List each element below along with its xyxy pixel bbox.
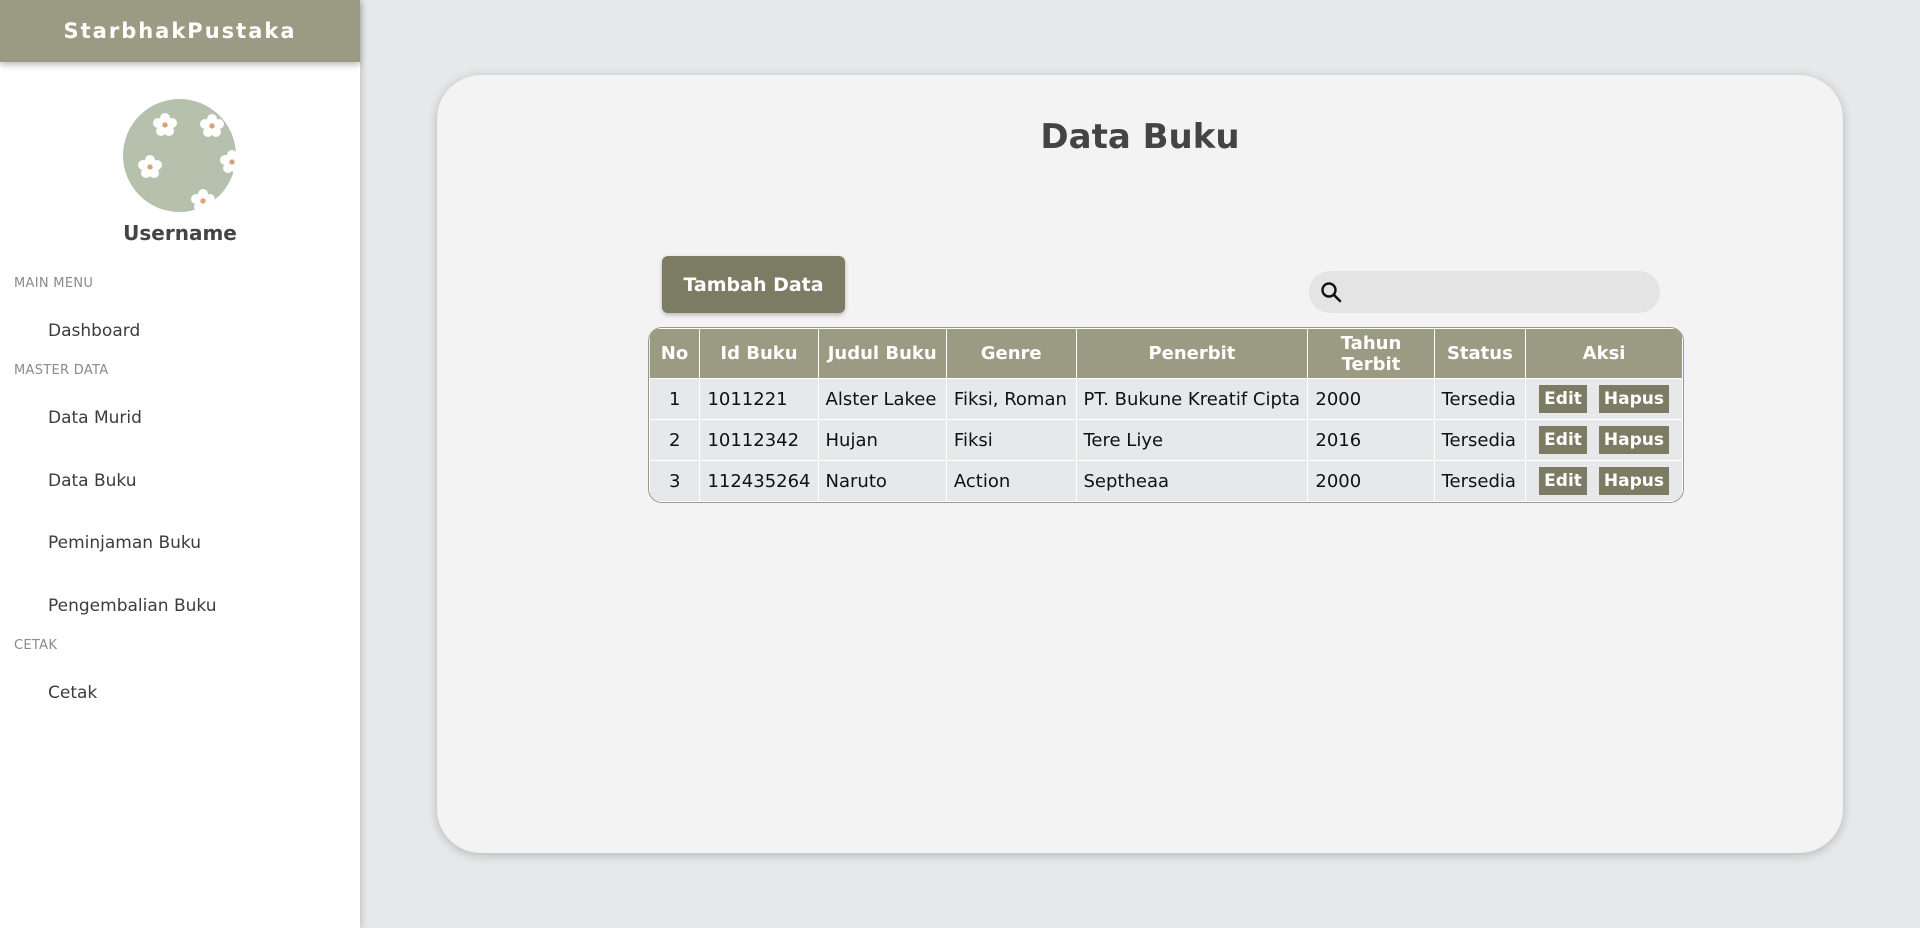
sidebar-item-dashboard[interactable]: Dashboard xyxy=(48,321,140,341)
search-box[interactable] xyxy=(1309,271,1660,313)
brand-title[interactable]: StarbhakPustaka xyxy=(0,0,360,62)
section-master-data: MASTER DATA xyxy=(14,363,109,378)
table-row: 1 1011221 Alster Lakee Fiksi, Roman PT. … xyxy=(649,378,1683,420)
cell-status: Tersedia xyxy=(1433,378,1527,420)
cell-id-buku: 10112342 xyxy=(699,419,819,461)
cell-tahun-terbit: 2000 xyxy=(1307,460,1435,502)
books-table: No Id Buku Judul Buku Genre Penerbit Tah… xyxy=(648,327,1684,503)
cell-genre: Fiksi xyxy=(945,419,1077,461)
column-header-penerbit: Penerbit xyxy=(1075,328,1309,379)
column-header-genre: Genre xyxy=(945,328,1077,379)
cell-genre: Fiksi, Roman xyxy=(945,378,1077,420)
section-cetak: CETAK xyxy=(14,638,58,653)
cell-penerbit: Septheaa xyxy=(1075,460,1309,502)
column-header-aksi: Aksi xyxy=(1525,328,1683,379)
edit-button[interactable]: Edit xyxy=(1539,467,1587,495)
sidebar-item-cetak[interactable]: Cetak xyxy=(48,683,97,703)
cell-aksi: Edit Hapus xyxy=(1525,378,1683,420)
cell-penerbit: Tere Liye xyxy=(1075,419,1309,461)
cell-tahun-terbit: 2000 xyxy=(1307,378,1435,420)
cell-genre: Action xyxy=(945,460,1077,502)
table-row: 2 10112342 Hujan Fiksi Tere Liye 2016 Te… xyxy=(649,419,1683,461)
delete-button[interactable]: Hapus xyxy=(1598,385,1669,413)
column-header-no: No xyxy=(649,328,701,379)
column-header-tahun-terbit: Tahun Terbit xyxy=(1307,328,1435,379)
cell-penerbit: PT. Bukune Kreatif Cipta xyxy=(1075,378,1309,420)
cell-aksi: Edit Hapus xyxy=(1525,460,1683,502)
sidebar-item-data-murid[interactable]: Data Murid xyxy=(48,408,142,428)
username: Username xyxy=(123,221,237,245)
avatar[interactable] xyxy=(123,99,236,212)
delete-button[interactable]: Hapus xyxy=(1598,426,1669,454)
cell-no: 1 xyxy=(649,378,701,420)
cell-aksi: Edit Hapus xyxy=(1525,419,1683,461)
cell-judul-buku: Hujan xyxy=(817,419,947,461)
page-title: Data Buku xyxy=(1040,117,1240,157)
table-row: 3 112435264 Naruto Action Septheaa 2000 … xyxy=(649,460,1683,502)
search-icon[interactable] xyxy=(1319,280,1343,304)
column-header-id-buku: Id Buku xyxy=(699,328,819,379)
sidebar-item-pengembalian-buku[interactable]: Pengembalian Buku xyxy=(48,596,216,616)
edit-button[interactable]: Edit xyxy=(1539,385,1587,413)
sidebar: StarbhakPustaka Username MAIN MENU Dashb… xyxy=(0,0,360,928)
cell-id-buku: 112435264 xyxy=(699,460,819,502)
flower-pattern-icon xyxy=(138,113,236,212)
column-header-status: Status xyxy=(1433,328,1527,379)
sidebar-item-data-buku[interactable]: Data Buku xyxy=(48,471,137,491)
cell-judul-buku: Naruto xyxy=(817,460,947,502)
edit-button[interactable]: Edit xyxy=(1539,426,1587,454)
sidebar-item-peminjaman-buku[interactable]: Peminjaman Buku xyxy=(48,533,201,553)
delete-button[interactable]: Hapus xyxy=(1598,467,1669,495)
content-card: Data Buku Tambah Data No Id Buku Judul B… xyxy=(437,75,1843,853)
section-main-menu: MAIN MENU xyxy=(14,276,94,291)
table-header-row: No Id Buku Judul Buku Genre Penerbit Tah… xyxy=(649,328,1683,379)
cell-no: 2 xyxy=(649,419,701,461)
search-input[interactable] xyxy=(1351,277,1651,307)
cell-status: Tersedia xyxy=(1433,419,1527,461)
cell-id-buku: 1011221 xyxy=(699,378,819,420)
cell-judul-buku: Alster Lakee xyxy=(817,378,947,420)
cell-status: Tersedia xyxy=(1433,460,1527,502)
add-data-button[interactable]: Tambah Data xyxy=(662,256,845,313)
cell-tahun-terbit: 2016 xyxy=(1307,419,1435,461)
column-header-judul-buku: Judul Buku xyxy=(817,328,947,379)
cell-no: 3 xyxy=(649,460,701,502)
